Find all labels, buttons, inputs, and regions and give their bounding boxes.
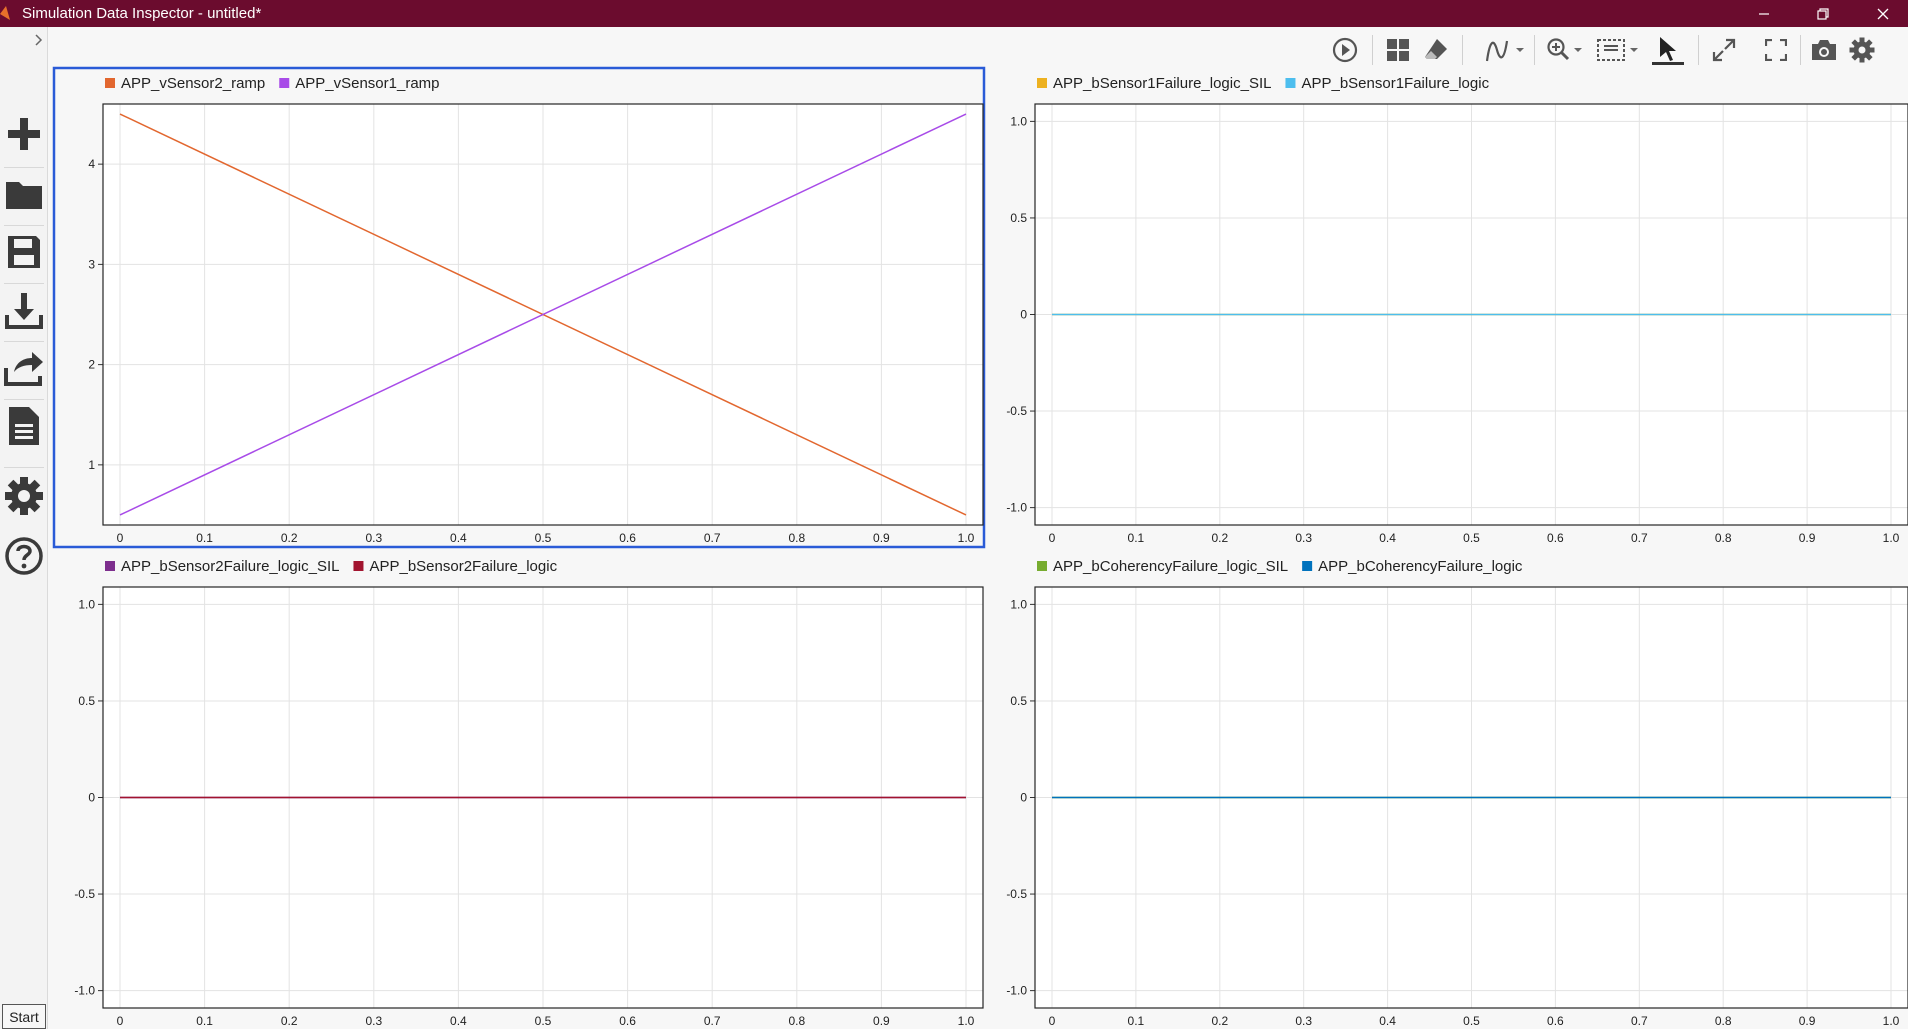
y-tick-label: -1.0 — [1006, 501, 1027, 515]
x-tick-label: 0.4 — [1379, 1014, 1396, 1028]
x-tick-label: 0.2 — [281, 531, 298, 545]
x-tick-label: 1.0 — [1883, 1014, 1900, 1028]
x-tick-label: 0.8 — [788, 531, 805, 545]
x-tick-label: 0.8 — [1715, 1014, 1732, 1028]
y-tick-label: 3 — [88, 257, 95, 271]
legend-swatch — [1037, 78, 1047, 88]
legend-label[interactable]: APP_vSensor1_ramp — [295, 75, 439, 92]
x-tick-label: 0.6 — [1547, 1014, 1564, 1028]
legend-label[interactable]: APP_bSensor2Failure_logic_SIL — [121, 558, 339, 575]
legend-label[interactable]: APP_bSensor1Failure_logic_SIL — [1053, 75, 1271, 92]
x-tick-label: 0.9 — [1799, 531, 1816, 545]
y-tick-label: 4 — [88, 157, 95, 171]
x-tick-label: 0.6 — [619, 1014, 636, 1028]
x-tick-label: 0.9 — [1799, 1014, 1816, 1028]
y-tick-label: -1.0 — [1006, 984, 1027, 998]
x-tick-label: 0.8 — [788, 1014, 805, 1028]
legend-swatch — [105, 561, 115, 571]
x-tick-label: 0.6 — [1547, 531, 1564, 545]
y-tick-label: 2 — [88, 358, 95, 372]
x-tick-label: 0 — [117, 1014, 124, 1028]
x-tick-label: 0.1 — [196, 531, 213, 545]
x-tick-label: 0.7 — [704, 531, 721, 545]
legend-label[interactable]: APP_bCoherencyFailure_logic — [1318, 558, 1523, 575]
plots-svg: 0 0.1 0.2 0.3 0.4 0.5 0.6 0.7 0.8 0.9 1.0 1 2 3 4 APP_v… — [52, 66, 1908, 1028]
x-tick-label: 0.8 — [1715, 531, 1732, 545]
x-tick-label: 0.5 — [535, 531, 552, 545]
y-tick-label: 0 — [88, 791, 95, 805]
legend-swatch — [1037, 561, 1047, 571]
y-tick-label: 1.0 — [1010, 114, 1027, 128]
y-tick-label: 0 — [1020, 308, 1027, 322]
legend-swatch — [279, 78, 290, 88]
x-tick-label: 0.4 — [450, 1014, 467, 1028]
legend-label[interactable]: APP_bCoherencyFailure_logic_SIL — [1053, 558, 1288, 575]
y-tick-label: -1.0 — [74, 984, 95, 998]
x-tick-label: 0.3 — [1295, 531, 1312, 545]
plot-panel-2[interactable]: 0 0.1 0.2 0.3 0.4 0.5 0.6 0.7 0.8 0.9 1.0 1.0 0.5 0 -0… — [1006, 75, 1908, 545]
y-tick-label: 0.5 — [1010, 211, 1027, 225]
x-tick-label: 0.9 — [873, 1014, 890, 1028]
legend-swatch — [1285, 78, 1296, 88]
y-tick-label: -0.5 — [74, 887, 95, 901]
plot-panel-1[interactable]: 0 0.1 0.2 0.3 0.4 0.5 0.6 0.7 0.8 0.9 1.0 1 2 3 4 APP_v… — [52, 66, 986, 549]
legend-label[interactable]: APP_vSensor2_ramp — [121, 75, 265, 92]
y-tick-label: 1.0 — [78, 597, 95, 611]
x-tick-label: 0.3 — [365, 531, 382, 545]
legend-swatch — [105, 78, 115, 88]
plot-panel-3[interactable]: 0 0.1 0.2 0.3 0.4 0.5 0.6 0.7 0.8 0.9 1.0 1.0 0.5 0 -0… — [74, 558, 984, 1028]
x-tick-label: 0.4 — [450, 531, 467, 545]
x-tick-label: 0.9 — [873, 531, 890, 545]
y-tick-label: -0.5 — [1006, 404, 1027, 418]
x-tick-label: 0.6 — [619, 531, 636, 545]
x-tick-label: 1.0 — [958, 531, 975, 545]
x-tick-label: 0 — [117, 531, 124, 545]
y-tick-label: 1.0 — [1010, 597, 1027, 611]
x-tick-label: 0.3 — [1295, 1014, 1312, 1028]
x-tick-label: 0.7 — [1631, 531, 1648, 545]
legend-label[interactable]: APP_bSensor1Failure_logic — [1301, 75, 1489, 92]
legend-swatch — [1302, 561, 1313, 571]
x-tick-label: 0.5 — [1463, 1014, 1480, 1028]
y-tick-label: 1 — [88, 458, 95, 472]
x-tick-label: 1.0 — [1883, 531, 1900, 545]
plot-area: 0 0.1 0.2 0.3 0.4 0.5 0.6 0.7 0.8 0.9 1.0 1 2 3 4 APP_v… — [0, 0, 1908, 1029]
legend-label[interactable]: APP_bSensor2Failure_logic — [369, 558, 557, 575]
x-tick-label: 0.1 — [196, 1014, 213, 1028]
x-tick-label: 0.1 — [1128, 1014, 1145, 1028]
x-tick-label: 0.2 — [1211, 531, 1228, 545]
x-tick-label: 0.7 — [704, 1014, 721, 1028]
y-tick-label: 0.5 — [78, 694, 95, 708]
x-tick-label: 0 — [1049, 531, 1056, 545]
x-tick-label: 0.2 — [281, 1014, 298, 1028]
x-tick-label: 1.0 — [958, 1014, 975, 1028]
y-tick-label: -0.5 — [1006, 887, 1027, 901]
x-tick-label: 0.5 — [535, 1014, 552, 1028]
x-tick-label: 0.4 — [1379, 531, 1396, 545]
y-tick-label: 0.5 — [1010, 694, 1027, 708]
plot-panel-4[interactable]: 0 0.1 0.2 0.3 0.4 0.5 0.6 0.7 0.8 0.9 1.0 1.0 0.5 0 -0… — [1006, 558, 1908, 1028]
x-tick-label: 0 — [1049, 1014, 1056, 1028]
x-tick-label: 0.1 — [1128, 531, 1145, 545]
x-tick-label: 0.2 — [1211, 1014, 1228, 1028]
y-tick-label: 0 — [1020, 791, 1027, 805]
legend-swatch — [353, 561, 364, 571]
x-tick-label: 0.5 — [1463, 531, 1480, 545]
x-tick-label: 0.3 — [365, 1014, 382, 1028]
x-tick-label: 0.7 — [1631, 1014, 1648, 1028]
